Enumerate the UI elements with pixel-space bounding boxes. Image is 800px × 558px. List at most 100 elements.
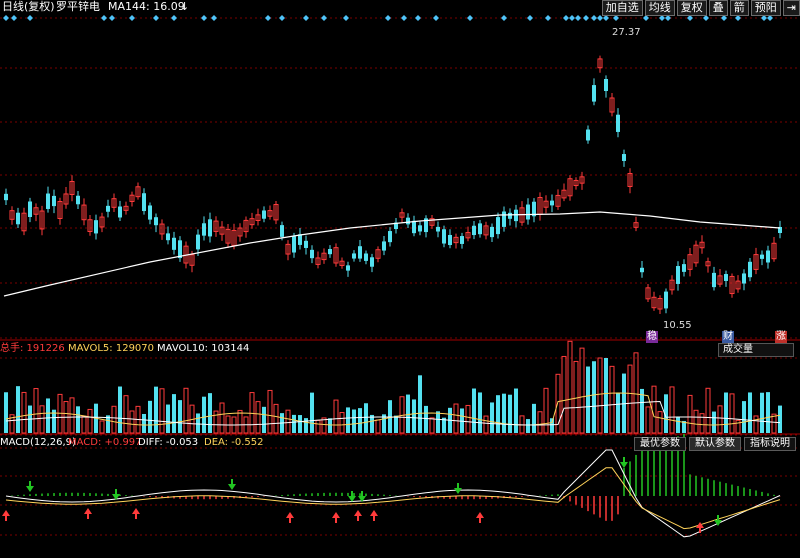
- signal-diamond-icon: [3, 15, 9, 21]
- volume-bar: [249, 392, 255, 434]
- diff-line: [5, 449, 781, 538]
- sell-arrow-icon: [620, 462, 628, 468]
- volume-bar: [21, 391, 27, 434]
- volume-bar: [561, 355, 567, 434]
- candle-body: [508, 212, 512, 219]
- overlay-button[interactable]: 叠: [708, 0, 728, 16]
- volume-bar: [196, 413, 200, 433]
- signal-diamond-icon: [385, 15, 391, 21]
- candle-body: [52, 195, 56, 207]
- volume-bar: [712, 411, 716, 433]
- signal-diamond-icon: [433, 15, 439, 21]
- volume-bar: [129, 410, 135, 434]
- macd-tabs: 最优参数 默认参数 指标说明: [634, 437, 796, 451]
- volume-bar: [237, 409, 243, 434]
- volume-bar: [315, 419, 321, 434]
- candle-body: [172, 237, 176, 250]
- candle-body: [28, 201, 32, 217]
- volume-bar: [4, 392, 8, 433]
- candle-body: [304, 240, 308, 248]
- candle-body: [328, 249, 332, 255]
- volume-bar: [358, 408, 362, 433]
- buy-arrow-icon: [332, 512, 340, 518]
- volume-bar: [418, 375, 422, 433]
- volume-bar: [604, 358, 608, 433]
- buy-arrow-icon: [84, 508, 92, 514]
- candle-body: [742, 273, 746, 284]
- signal-diamond-icon: [321, 15, 327, 21]
- candle-body: [166, 233, 170, 241]
- signal-diamond-icon: [153, 15, 159, 21]
- forecast-button[interactable]: 预阳: [750, 0, 781, 16]
- candle-body: [370, 257, 374, 267]
- stock-chart-canvas[interactable]: [0, 0, 800, 558]
- tab-indicator-help[interactable]: 指标说明: [744, 437, 796, 451]
- candle-body: [382, 241, 386, 251]
- volume-bar: [502, 393, 506, 433]
- volume-bar: [267, 389, 273, 434]
- candle-body: [16, 212, 20, 225]
- volume-bar: [178, 400, 182, 433]
- signal-diamond-icon: [591, 15, 597, 21]
- volume-bar: [760, 392, 764, 433]
- volume-bar: [148, 400, 152, 433]
- signal-diamond-icon: [527, 15, 533, 21]
- volume-bar: [118, 386, 122, 433]
- signal-arrows: [2, 457, 722, 533]
- volume-bar: [508, 394, 512, 433]
- candle-body: [118, 206, 122, 218]
- tab-best-params[interactable]: 最优参数: [634, 437, 686, 451]
- candle-body: [406, 217, 410, 225]
- buy-arrow-icon: [696, 522, 704, 528]
- mavol10-line: [5, 400, 781, 426]
- volume-bar: [304, 418, 308, 433]
- volume-bar: [465, 404, 471, 434]
- volume-bar: [370, 414, 374, 433]
- volume-bar: [573, 360, 579, 434]
- signal-diamond-icon: [563, 15, 569, 21]
- period-label[interactable]: 日线(复权): [2, 0, 55, 14]
- tab-default-params[interactable]: 默认参数: [689, 437, 741, 451]
- add-watchlist-button[interactable]: 加自选: [601, 0, 643, 16]
- volume-bar: [766, 392, 770, 433]
- candle-body: [310, 249, 314, 259]
- moving-average-button[interactable]: 均线: [644, 0, 675, 16]
- volume-bar: [579, 347, 585, 434]
- buy-arrow-icon: [476, 512, 484, 518]
- candle-body: [412, 220, 416, 234]
- volume-bar: [16, 386, 20, 433]
- signal-diamond-icon: [27, 15, 33, 21]
- signal-diamond-icon: [279, 15, 285, 21]
- candle-body: [748, 261, 752, 278]
- signal-diamond-icon: [545, 15, 551, 21]
- marker-stable[interactable]: 稳: [646, 331, 658, 343]
- low-price-label: 10.55: [663, 320, 692, 331]
- candle-body: [622, 154, 626, 161]
- buy-arrow-icon: [132, 508, 140, 514]
- marker-finance[interactable]: 财: [722, 331, 734, 343]
- volume-bar: [375, 419, 381, 434]
- volume-bar: [729, 393, 735, 434]
- volume-bar: [81, 415, 87, 434]
- marker-rise[interactable]: 涨: [775, 331, 787, 343]
- volume-bar: [483, 415, 489, 434]
- volume-bar: [166, 404, 170, 433]
- volume-bar: [33, 388, 39, 434]
- volume-bar: [154, 386, 158, 433]
- indicator-select[interactable]: 成交量: [718, 343, 794, 357]
- macd-value: MACD: +0.997: [68, 437, 142, 448]
- volume-bar: [676, 417, 680, 433]
- candle-body: [298, 234, 302, 245]
- signal-diamond-icon: [583, 15, 589, 21]
- volume-bar: [424, 405, 428, 433]
- candle-body: [616, 114, 620, 132]
- volume-bar: [616, 392, 620, 433]
- signal-diamond-icon: [11, 15, 17, 21]
- candle-body: [208, 219, 212, 237]
- collapse-panel-icon[interactable]: ⇥: [782, 0, 800, 16]
- adjust-button[interactable]: 复权: [676, 0, 707, 16]
- signal-diamond-icon: [575, 15, 581, 21]
- arrow-button[interactable]: 箭: [729, 0, 749, 16]
- volume-bar: [597, 357, 603, 434]
- volume-bar: [262, 406, 266, 433]
